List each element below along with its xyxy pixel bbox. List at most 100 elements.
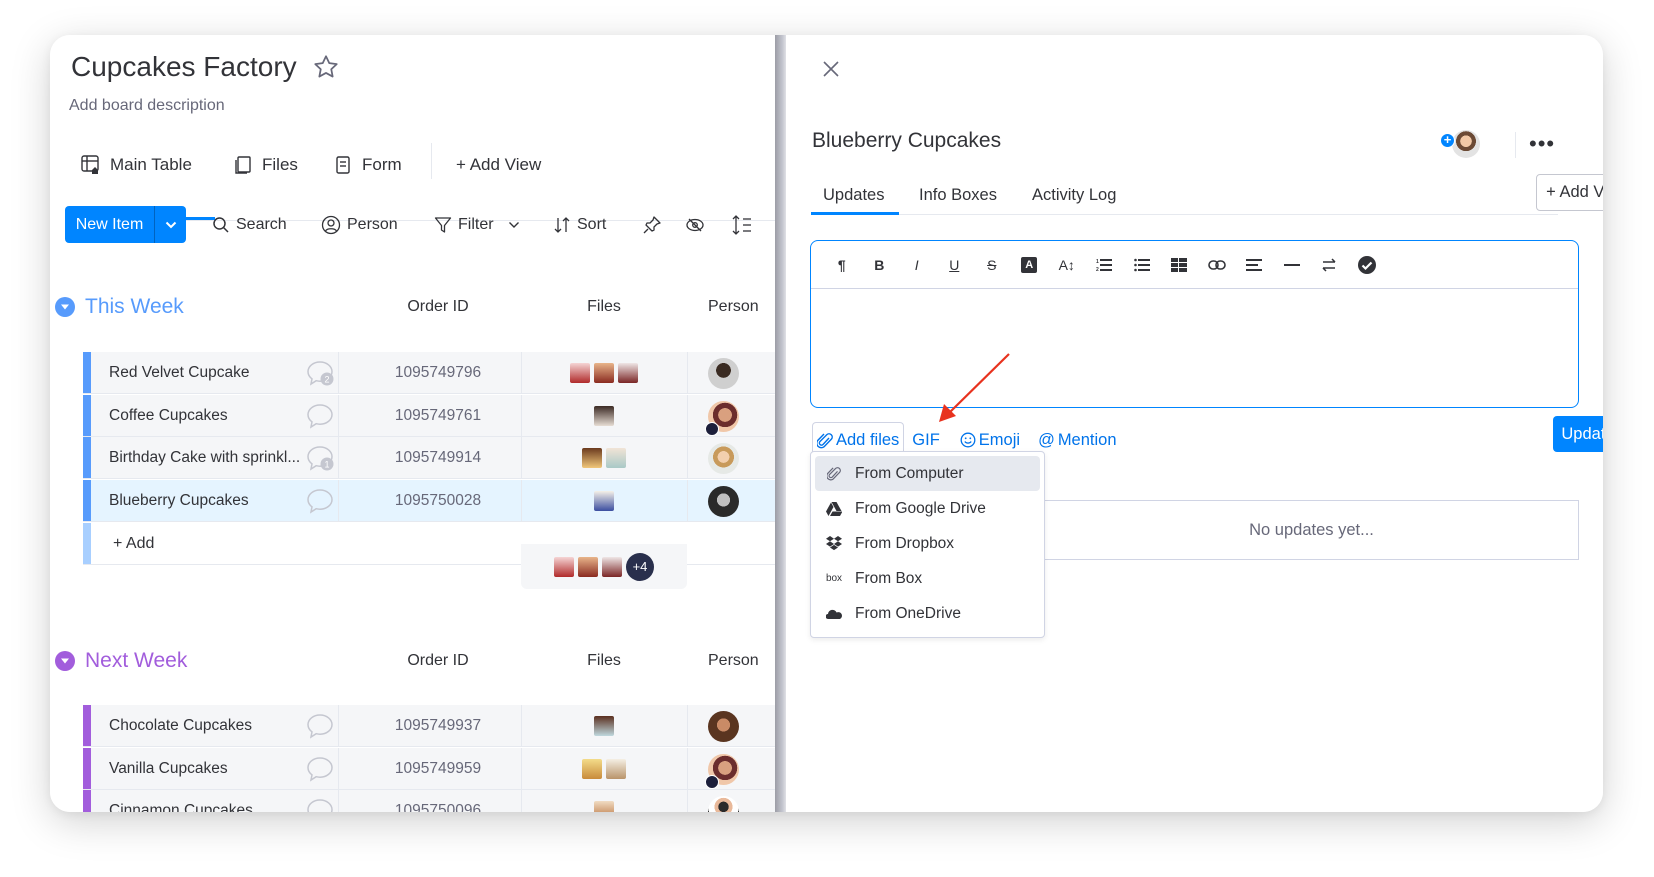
avatar[interactable] xyxy=(708,443,739,474)
files-cell[interactable] xyxy=(521,790,687,812)
new-item-button[interactable]: New Item xyxy=(65,206,186,243)
order-id-cell[interactable]: 1095750096 xyxy=(355,790,521,812)
bold-icon[interactable]: B xyxy=(861,250,899,280)
add-update-bubble-icon[interactable] xyxy=(305,755,335,783)
pin-button[interactable] xyxy=(642,206,662,243)
new-item-label[interactable]: New Item xyxy=(65,206,155,243)
board-description[interactable]: Add board description xyxy=(69,97,225,115)
tab-main-table[interactable]: Main Table xyxy=(80,145,192,185)
order-id-cell[interactable]: 1095749959 xyxy=(355,748,521,790)
panel-resize-handle[interactable] xyxy=(775,35,786,812)
text-color-icon[interactable]: A xyxy=(1011,250,1049,280)
files-cell[interactable] xyxy=(521,352,687,394)
avatar[interactable] xyxy=(708,711,739,742)
file-thumbnail[interactable] xyxy=(594,716,614,736)
more-files-badge[interactable]: +4 xyxy=(626,552,654,581)
add-update-bubble-icon[interactable] xyxy=(305,487,335,515)
chevron-down-icon[interactable] xyxy=(508,221,520,229)
files-summary[interactable]: +4 xyxy=(521,544,687,589)
hide-columns-button[interactable] xyxy=(685,206,705,243)
update-editor[interactable]: ¶ B I U S A A↕ 12 xyxy=(810,240,1579,408)
file-thumbnail[interactable] xyxy=(618,363,638,383)
add-update-bubble-icon[interactable] xyxy=(305,797,335,812)
sort-button[interactable]: Sort xyxy=(553,206,606,243)
italic-icon[interactable]: I xyxy=(898,250,936,280)
avatar[interactable] xyxy=(708,485,739,517)
tab-form[interactable]: Form xyxy=(332,145,402,185)
group-title[interactable]: Next Week xyxy=(85,649,187,673)
menu-item-from-box[interactable]: box From Box xyxy=(815,561,1040,596)
add-view-button[interactable]: + Add View xyxy=(1536,174,1603,211)
board-title[interactable]: Cupcakes Factory xyxy=(71,51,297,83)
strikethrough-icon[interactable]: S xyxy=(973,250,1011,280)
group-header-this-week[interactable]: This Week xyxy=(55,292,184,322)
text-direction-icon[interactable] xyxy=(1311,250,1349,280)
updates-bubble-icon[interactable]: 2 xyxy=(305,359,335,387)
underline-icon[interactable]: U xyxy=(936,250,974,280)
avatar[interactable] xyxy=(705,400,739,436)
item-name[interactable]: Chocolate Cupcakes xyxy=(109,705,304,747)
updates-bubble-icon[interactable]: 1 xyxy=(305,444,335,472)
item-name[interactable]: Red Velvet Cupcake xyxy=(109,352,304,394)
collapse-group-icon[interactable] xyxy=(55,651,75,671)
item-name[interactable]: Cinnamon Cupcakes xyxy=(109,790,304,812)
menu-item-from-computer[interactable]: From Computer xyxy=(815,456,1040,491)
search-button[interactable]: Search xyxy=(212,206,287,243)
item-name[interactable]: Coffee Cupcakes xyxy=(109,395,304,437)
files-cell[interactable] xyxy=(521,480,687,522)
link-icon[interactable] xyxy=(1198,250,1236,280)
order-id-cell[interactable]: 1095749796 xyxy=(355,352,521,394)
file-thumbnail[interactable] xyxy=(582,448,602,468)
file-thumbnail[interactable] xyxy=(594,801,614,812)
numbered-list-icon[interactable]: 12 xyxy=(1086,250,1124,280)
add-item-label[interactable]: + Add xyxy=(113,523,154,565)
add-update-bubble-icon[interactable] xyxy=(305,712,335,740)
file-thumbnail[interactable] xyxy=(606,758,626,779)
item-name[interactable]: Vanilla Cupcakes xyxy=(109,748,304,790)
row-height-button[interactable] xyxy=(731,206,753,243)
order-id-cell[interactable]: 1095749761 xyxy=(355,395,521,437)
file-thumbnail[interactable] xyxy=(594,490,614,511)
paragraph-icon[interactable]: ¶ xyxy=(823,250,861,280)
tab-info-boxes[interactable]: Info Boxes xyxy=(919,178,997,212)
menu-item-from-onedrive[interactable]: From OneDrive xyxy=(815,596,1040,631)
table-row[interactable]: Red Velvet Cupcake 2 1095749796 xyxy=(83,352,775,394)
close-icon[interactable] xyxy=(821,59,843,81)
item-name[interactable]: Blueberry Cupcakes xyxy=(109,480,304,522)
table-row[interactable]: Blueberry Cupcakes 1095750028 xyxy=(83,479,775,522)
font-size-icon[interactable]: A↕ xyxy=(1048,250,1086,280)
column-header-order-id[interactable]: Order ID xyxy=(355,298,521,316)
add-update-bubble-icon[interactable] xyxy=(305,402,335,430)
add-subscriber-icon[interactable]: + xyxy=(1440,133,1455,148)
order-id-cell[interactable]: 1095749914 xyxy=(355,437,521,479)
menu-item-from-dropbox[interactable]: From Dropbox xyxy=(815,526,1040,561)
column-header-files[interactable]: Files xyxy=(521,652,687,670)
tab-updates[interactable]: Updates xyxy=(823,178,884,212)
avatar[interactable] xyxy=(708,796,739,812)
more-options-icon[interactable]: ••• xyxy=(1529,131,1555,157)
add-view-button[interactable]: + Add View xyxy=(456,145,541,185)
mention-button[interactable]: @ Mention xyxy=(1034,422,1120,458)
files-cell[interactable] xyxy=(521,395,687,437)
horizontal-line-icon[interactable] xyxy=(1273,250,1311,280)
tab-files[interactable]: Files xyxy=(232,145,298,185)
table-row[interactable]: Birthday Cake with sprinkl... 1 10957499… xyxy=(83,437,775,479)
column-header-files[interactable]: Files xyxy=(521,298,687,316)
menu-item-from-google-drive[interactable]: From Google Drive xyxy=(815,491,1040,526)
person-filter-button[interactable]: Person xyxy=(321,206,398,243)
order-id-cell[interactable]: 1095750028 xyxy=(355,480,521,522)
bulleted-list-icon[interactable] xyxy=(1123,250,1161,280)
avatar[interactable] xyxy=(708,358,739,389)
item-title[interactable]: Blueberry Cupcakes xyxy=(812,129,1001,153)
star-icon[interactable] xyxy=(312,53,342,83)
table-row[interactable]: Vanilla Cupcakes 1095749959 xyxy=(83,747,775,790)
avatar[interactable] xyxy=(705,753,739,789)
checklist-icon[interactable] xyxy=(1348,250,1386,280)
chevron-down-icon[interactable] xyxy=(155,206,186,243)
item-name[interactable]: Birthday Cake with sprinkl... xyxy=(109,437,304,479)
file-thumbnail[interactable] xyxy=(582,758,602,779)
file-thumbnail[interactable] xyxy=(570,363,590,383)
order-id-cell[interactable]: 1095749937 xyxy=(355,705,521,747)
files-cell[interactable] xyxy=(521,437,687,479)
table-row[interactable]: Chocolate Cupcakes 1095749937 xyxy=(83,705,775,747)
